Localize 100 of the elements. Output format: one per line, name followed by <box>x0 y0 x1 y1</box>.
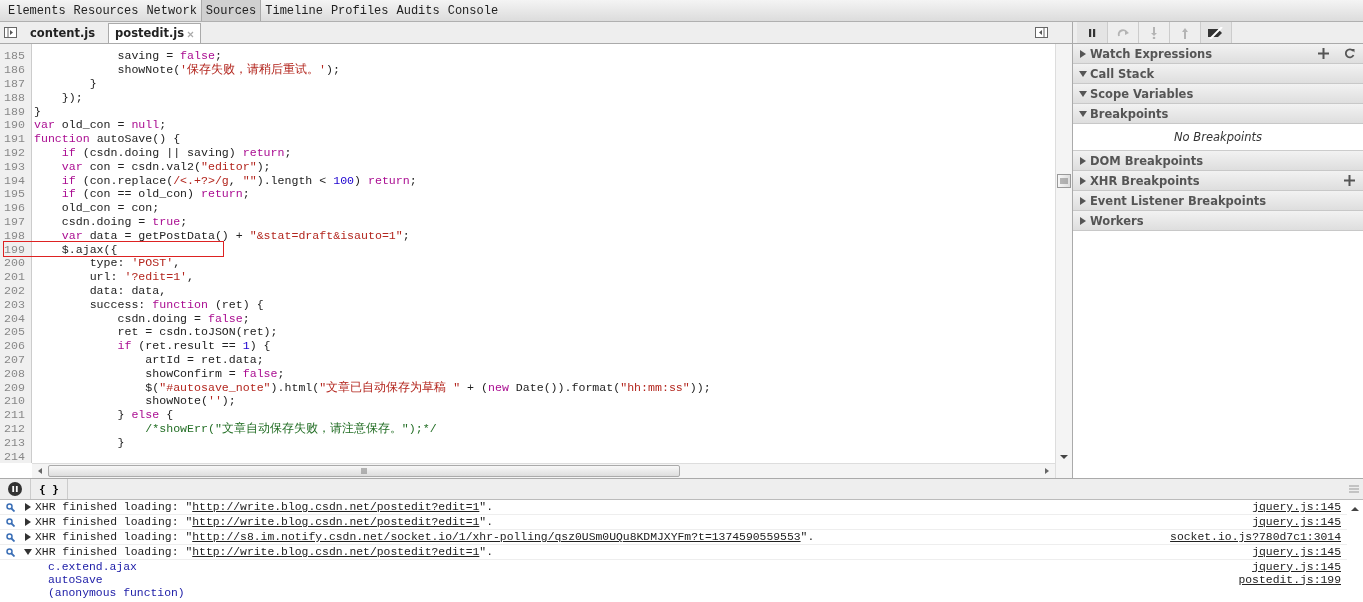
search-icon[interactable] <box>6 547 15 557</box>
code-line: type: 'POST', <box>88 256 181 270</box>
line-number: 214 <box>4 449 26 463</box>
sidebar-section-header[interactable]: Event Listener Breakpoints <box>1073 191 1363 211</box>
line-number: 193 <box>4 159 26 173</box>
code-line: }); <box>60 90 83 104</box>
url-link[interactable]: http://write.blog.csdn.net/postedit?edit=1 <box>192 501 480 513</box>
pause-icon[interactable] <box>8 482 22 496</box>
line-number: 187 <box>4 77 26 90</box>
expanded-triangle-icon <box>1079 109 1087 118</box>
collapsed-triangle-icon[interactable] <box>24 503 32 511</box>
sidebar-section-header[interactable]: Watch Expressions <box>1073 44 1363 64</box>
section-title: Watch Expressions <box>1090 46 1213 61</box>
code-line: } <box>88 77 97 90</box>
add-icon[interactable] <box>1344 175 1355 186</box>
file-tab[interactable]: content.js <box>23 23 103 43</box>
line-number: 189 <box>4 104 26 118</box>
sidebar-section-header[interactable]: Workers <box>1073 211 1363 231</box>
line-number: 204 <box>4 311 26 325</box>
step-into-icon <box>1149 26 1159 39</box>
expanded-triangle-icon <box>1079 69 1087 78</box>
code-line: showNote(''); <box>144 394 236 408</box>
step-over-icon <box>1117 27 1129 38</box>
devtools-tab[interactable]: Profiles <box>326 0 393 21</box>
line-number: 186 <box>4 63 26 77</box>
sidebar-section-header[interactable]: Call Stack <box>1073 64 1363 84</box>
line-number: 190 <box>4 118 26 132</box>
horizontal-scrollbar[interactable] <box>32 463 1055 478</box>
devtools-tab[interactable]: Timeline <box>261 0 327 21</box>
pause-button[interactable] <box>1077 22 1108 43</box>
line-number: 208 <box>4 366 26 380</box>
section-title: DOM Breakpoints <box>1090 153 1204 168</box>
code-line: url: '?edit=1', <box>88 270 195 284</box>
code-line: showNote('保存失败，请稍后重试。'); <box>116 62 340 78</box>
source-link[interactable]: postedit.js:199 <box>1238 573 1341 586</box>
panel-toggle-icon[interactable] <box>4 27 17 38</box>
code-line: if (csdn.doing || saving) return; <box>60 145 292 159</box>
add-icon[interactable] <box>1318 48 1329 59</box>
scrollbar-thumb[interactable] <box>1057 174 1071 188</box>
vertical-scrollbar[interactable] <box>1055 44 1072 478</box>
sidebar-section-header[interactable]: XHR Breakpoints <box>1073 171 1363 191</box>
scroll-down-icon[interactable] <box>1060 454 1068 460</box>
line-number: 202 <box>4 283 26 297</box>
line-number: 197 <box>4 214 26 228</box>
line-number: 212 <box>4 421 26 435</box>
search-icon[interactable] <box>6 502 15 512</box>
line-number: 201 <box>4 270 26 284</box>
source-link[interactable]: jquery.js:145 <box>1252 546 1341 558</box>
panel-toggle-icon[interactable] <box>1035 27 1048 38</box>
pause-icon <box>1087 27 1097 38</box>
pretty-print-button[interactable]: { } <box>30 479 68 499</box>
code-line: showConfirm = false; <box>144 366 285 380</box>
devtools-tab[interactable]: Resources <box>69 0 143 21</box>
collapsed-triangle-icon <box>1079 49 1087 58</box>
search-icon[interactable] <box>6 517 15 527</box>
collapsed-triangle-icon <box>1079 196 1087 205</box>
sidebar-section-header[interactable]: Breakpoints <box>1073 104 1363 124</box>
sidebar-section-header[interactable]: Scope Variables <box>1073 84 1363 104</box>
collapsed-triangle-icon <box>1079 156 1087 165</box>
line-number: 203 <box>4 297 26 311</box>
code-line: var con = csdn.val2("editor"); <box>60 159 271 173</box>
line-number: 195 <box>4 187 26 201</box>
collapsed-triangle-icon[interactable] <box>24 533 32 541</box>
devtools-tab[interactable]: Elements <box>4 0 70 21</box>
code-line: data: data, <box>88 283 167 297</box>
source-link[interactable]: jquery.js:145 <box>1252 501 1341 513</box>
search-icon[interactable] <box>6 532 15 542</box>
source-link[interactable]: jquery.js:145 <box>1252 516 1341 528</box>
expanded-triangle-icon <box>1079 89 1087 98</box>
code-line: function autoSave() { <box>34 132 181 146</box>
code-line: if (con.replace(/<.+?>/g, "").length < 100) return; <box>60 173 417 187</box>
source-link[interactable]: jquery.js:145 <box>1252 560 1341 573</box>
scroll-up-icon[interactable] <box>1351 506 1359 512</box>
url-link[interactable]: http://write.blog.csdn.net/postedit?edit=1 <box>192 546 480 558</box>
url-link[interactable]: http://write.blog.csdn.net/postedit?edit=1 <box>192 516 480 528</box>
line-number: 199 <box>4 242 26 256</box>
scroll-right-icon[interactable] <box>1043 467 1051 475</box>
deactivate-button[interactable] <box>1201 22 1232 43</box>
section-title: Scope Variables <box>1090 86 1194 101</box>
section-title: Workers <box>1090 213 1144 228</box>
url-link[interactable]: http://s8.im.notify.csdn.net/socket.io/1/xhr-polling/qsz0USm0UQu8KDMJXYFm?t=1374590559553 <box>192 531 801 543</box>
sidebar-section-header[interactable]: DOM Breakpoints <box>1073 151 1363 171</box>
line-number: 191 <box>4 132 26 146</box>
line-number: 210 <box>4 394 26 408</box>
collapsed-triangle-icon[interactable] <box>24 518 32 526</box>
scrollbar-thumb[interactable] <box>48 465 680 477</box>
devtools-tab[interactable]: Sources <box>200 0 262 21</box>
line-number: 196 <box>4 201 26 215</box>
file-tab[interactable]: postedit.js <box>108 23 202 43</box>
section-title: Call Stack <box>1090 66 1155 81</box>
step-out-icon <box>1180 26 1190 39</box>
devtools-tab[interactable]: Audits <box>392 0 444 21</box>
source-link[interactable]: socket.io.js?780d7c1:3014 <box>1170 531 1341 543</box>
scroll-left-icon[interactable] <box>36 467 44 475</box>
expanded-triangle-icon[interactable] <box>24 548 32 556</box>
code-line: if (con == old_con) return; <box>60 187 250 201</box>
refresh-icon[interactable] <box>1344 48 1355 59</box>
devtools-tab[interactable]: Network <box>142 0 201 21</box>
stack-frame: c.extend.ajax <box>48 560 137 573</box>
devtools-tab[interactable]: Console <box>443 0 503 21</box>
